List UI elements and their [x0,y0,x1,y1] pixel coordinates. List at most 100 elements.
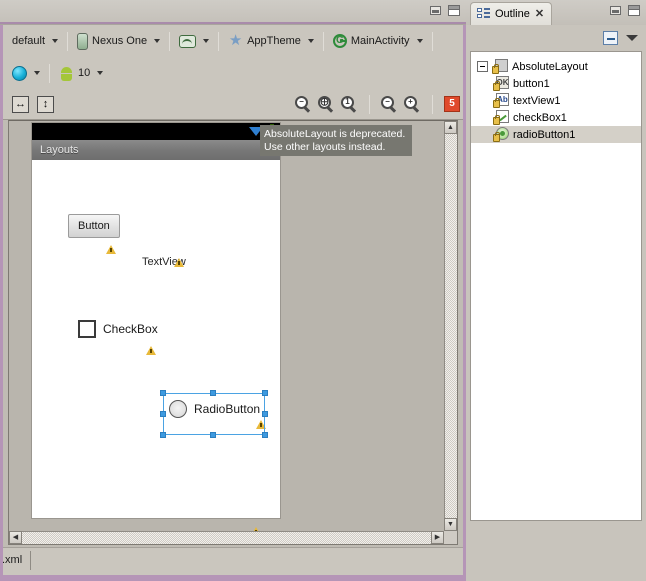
editor-window-controls [430,5,460,16]
outline-tab-row: Outline ✕ [466,0,646,25]
warning-icon-button[interactable] [106,245,116,254]
outline-icon [477,8,490,20]
selection-handle-n[interactable] [210,390,216,396]
toolbar-divider [432,94,433,114]
device-preview[interactable]: Layouts Button TextView Ch [32,123,280,518]
api-level-label: 10 [78,67,91,79]
outline-toolbar [466,25,646,51]
outline-panel: Outline ✕ AbsoluteLayout OK button1 Ab t… [466,0,646,581]
chevron-down-icon [203,39,210,43]
theme-selector[interactable]: ★ AppTheme [224,29,318,53]
selection-handle-se[interactable] [262,432,268,438]
canvas-viewport[interactable]: Layouts Button TextView Ch [9,121,444,531]
layout-root-absolutelayout[interactable]: Button TextView CheckBox RadioButton [32,160,280,518]
radiobutton-icon [493,127,509,142]
fit-width-button[interactable]: ↔ [8,92,33,116]
zoom-in-button[interactable]: + [404,95,421,113]
tree-item-button1[interactable]: OK button1 [471,75,641,92]
scrollbar-corner [444,531,457,544]
chevron-down-icon [34,71,40,75]
tab-outline[interactable]: Outline ✕ [470,2,553,25]
zoom-fit-button[interactable]: ⨁ [318,95,335,113]
zoom-out-button[interactable]: − [381,95,398,113]
app-window: default Nexus One ★ AppTheme G MainActiv… [0,0,646,581]
activity-label: MainActivity [350,35,410,47]
config-selector[interactable]: default [8,29,62,53]
theme-label: AppTheme [247,35,301,47]
design-canvas[interactable]: Layouts Button TextView Ch [8,120,458,545]
api-level-selector[interactable]: 10 [55,61,107,85]
selection-handle-nw[interactable] [160,390,166,396]
frame-accent-left [0,25,3,575]
widget-button[interactable]: Button [68,214,120,238]
checkbox-box-icon[interactable] [78,320,96,338]
maximize-icon[interactable] [448,5,460,16]
editor-bottom-tabs: .xml [0,547,466,575]
device-selector[interactable]: Nexus One [73,29,164,53]
app-title: Layouts [40,144,79,156]
button-label: Button [78,220,110,232]
tree-item-label: checkBox1 [513,111,567,124]
minimize-icon[interactable] [430,6,441,15]
tree-item-textview1[interactable]: Ab textView1 [471,92,641,109]
button-icon: OK [493,76,509,91]
outline-tree[interactable]: AbsoluteLayout OK button1 Ab textView1 c… [470,51,642,521]
zoom-out-fit-button[interactable]: − [295,95,312,113]
maximize-icon[interactable] [628,5,640,16]
canvas-vertical-scrollbar[interactable]: ▲ ▼ [444,121,457,531]
textview-icon: Ab [493,93,509,108]
canvas-horizontal-scrollbar[interactable]: ◀ ▶ [9,531,444,544]
selection-handle-e[interactable] [262,411,268,417]
fit-width-icon: ↔ [12,95,29,113]
lock-icon [492,64,499,74]
collapse-toggle-icon[interactable] [477,61,488,72]
orientation-icon [179,34,197,48]
tree-item-label: button1 [513,77,550,90]
minimize-icon[interactable] [610,6,621,15]
layout-editor-panel: default Nexus One ★ AppTheme G MainActiv… [0,0,466,581]
tab-xml[interactable]: .xml [0,551,32,570]
selection-handle-s[interactable] [210,432,216,438]
selection-handle-w[interactable] [160,411,166,417]
chevron-down-icon [97,71,104,75]
scroll-down-arrow-icon[interactable]: ▼ [444,518,457,531]
magnifier-handle-icon [304,105,311,112]
phone-icon [77,32,89,50]
chevron-down-icon [154,39,161,43]
collapse-all-icon[interactable] [603,31,618,45]
bottom-accent-bar [0,575,466,581]
zoom-100-button[interactable]: 1 [341,95,358,113]
device-status-bar [32,123,280,140]
zoom-controls: − ⨁ 1 − + 5 [295,94,460,114]
toolbar-divider [369,94,370,114]
fit-height-button[interactable]: ↕ [33,92,58,116]
warning-icon-textview[interactable] [174,258,184,267]
chevron-down-icon [416,39,423,43]
close-icon[interactable]: ✕ [535,8,544,20]
chevron-down-icon [52,39,59,43]
error-count-badge[interactable]: 5 [444,96,460,112]
selection-outline [160,390,268,438]
lock-icon [493,115,500,125]
warning-icon-checkbox[interactable] [146,346,156,355]
checkbox-label: CheckBox [103,322,158,336]
scroll-right-arrow-icon[interactable]: ▶ [431,531,444,544]
tree-item-absolutelayout[interactable]: AbsoluteLayout [471,58,641,75]
layout-actions-toolbar: ↔ ↕ − ⨁ 1 − + 5 [0,89,466,120]
orientation-selector[interactable] [175,29,213,53]
tree-item-label: radioButton1 [513,128,576,141]
toolbar-divider [218,31,220,51]
tree-item-checkbox1[interactable]: checkBox1 [471,109,641,126]
view-menu-icon[interactable] [626,35,638,41]
selection-handle-ne[interactable] [262,390,268,396]
widget-checkbox[interactable]: CheckBox [78,320,158,338]
scroll-left-arrow-icon[interactable]: ◀ [9,531,22,544]
tree-item-radiobutton1[interactable]: radioButton1 [471,126,641,143]
lock-icon [493,132,500,142]
toolbar-divider [49,63,50,83]
tooltip-line-1: AbsoluteLayout is deprecated. [264,128,406,140]
activity-selector[interactable]: G MainActivity [329,29,427,53]
selection-handle-sw[interactable] [160,432,166,438]
scroll-up-arrow-icon[interactable]: ▲ [444,121,457,134]
locale-selector[interactable] [8,61,44,85]
